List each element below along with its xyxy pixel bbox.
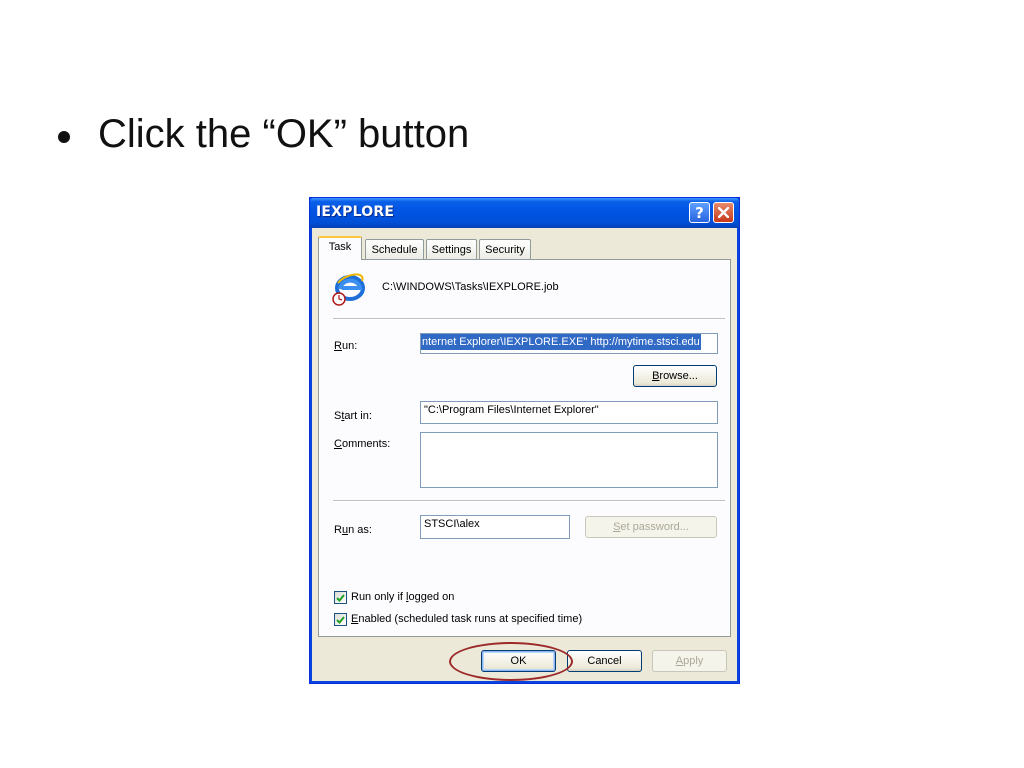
start-in-value: "C:\Program Files\Internet Explorer" bbox=[424, 404, 599, 416]
close-button[interactable] bbox=[713, 202, 734, 223]
help-button[interactable]: ? bbox=[689, 202, 710, 223]
cancel-button[interactable]: Cancel bbox=[567, 650, 642, 672]
internet-explorer-scheduled-icon bbox=[332, 273, 365, 306]
task-tab-panel: C:\WINDOWS\Tasks\IEXPLORE.job Run: ntern… bbox=[318, 259, 731, 637]
help-icon: ? bbox=[695, 205, 704, 220]
separator-top bbox=[333, 318, 725, 320]
run-as-label: Run as: bbox=[334, 524, 372, 536]
ok-button[interactable]: OK bbox=[481, 650, 556, 672]
run-field[interactable]: nternet Explorer\IEXPLORE.EXE" http://my… bbox=[420, 333, 718, 354]
separator-middle bbox=[333, 500, 725, 502]
tab-settings[interactable]: Settings bbox=[426, 239, 477, 259]
apply-button[interactable]: Apply bbox=[652, 650, 727, 672]
tab-schedule-label: Schedule bbox=[371, 243, 418, 256]
set-password-button[interactable]: Set password... bbox=[585, 516, 717, 538]
tab-settings-label: Settings bbox=[431, 243, 472, 256]
enabled-checkbox[interactable] bbox=[334, 613, 347, 626]
slide-instruction: Click the “OK” button bbox=[58, 112, 469, 157]
tab-task[interactable]: Task bbox=[318, 236, 362, 260]
run-value: nternet Explorer\IEXPLORE.EXE" http://my… bbox=[421, 334, 701, 350]
start-in-field[interactable]: "C:\Program Files\Internet Explorer" bbox=[420, 401, 718, 424]
comments-label: Comments: bbox=[334, 438, 391, 450]
scheduled-task-dialog: IEXPLORE ? Task Schedule Settings Securi… bbox=[309, 197, 740, 684]
checkmark-icon bbox=[336, 593, 345, 602]
cancel-label: Cancel bbox=[587, 655, 622, 667]
start-in-label: Start in: bbox=[334, 410, 372, 422]
ok-label: OK bbox=[510, 655, 527, 667]
instruction-text: Click the “OK” button bbox=[98, 112, 470, 156]
run-only-if-logged-on-label[interactable]: Run only if logged on bbox=[351, 591, 454, 603]
bullet-icon bbox=[58, 130, 70, 143]
job-path: C:\WINDOWS\Tasks\IEXPLORE.job bbox=[382, 281, 559, 293]
comments-field[interactable] bbox=[420, 432, 718, 488]
checkmark-icon bbox=[336, 615, 345, 624]
tab-security[interactable]: Security bbox=[479, 239, 531, 259]
tab-task-label: Task bbox=[328, 241, 352, 253]
title-bar[interactable]: IEXPLORE ? bbox=[310, 198, 739, 228]
close-icon bbox=[718, 207, 729, 218]
run-as-value: STSCI\alex bbox=[424, 518, 480, 530]
dialog-title: IEXPLORE bbox=[316, 204, 395, 220]
enabled-label[interactable]: Enabled (scheduled task runs at specifie… bbox=[351, 613, 582, 625]
tab-schedule[interactable]: Schedule bbox=[365, 239, 424, 259]
tab-security-label: Security bbox=[485, 243, 525, 256]
run-label: Run: bbox=[334, 340, 358, 352]
browse-button[interactable]: Browse... bbox=[633, 365, 717, 387]
run-only-if-logged-on-checkbox[interactable] bbox=[334, 591, 347, 604]
svg-text:?: ? bbox=[695, 205, 704, 220]
run-as-field[interactable]: STSCI\alex bbox=[420, 515, 570, 539]
